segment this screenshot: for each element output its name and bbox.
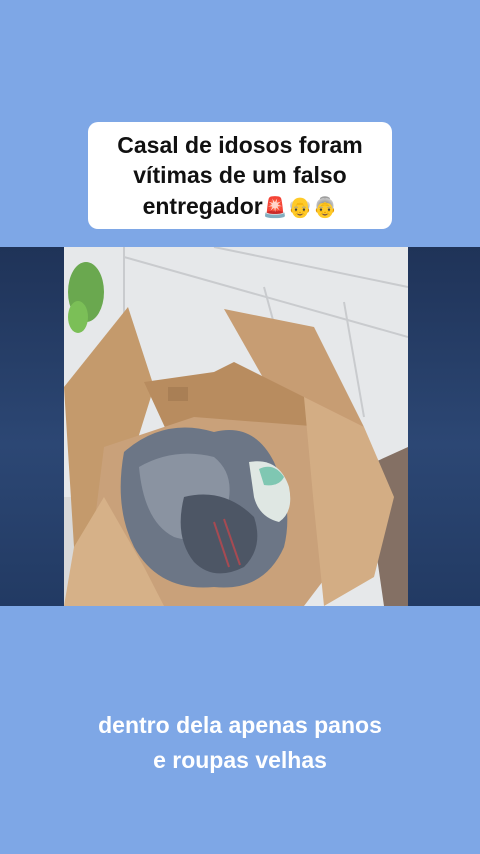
headline-line-1: Casal de idosos foram — [117, 132, 363, 158]
caption-line-2: e roupas velhas — [153, 746, 327, 773]
headline-line-2: vítimas de um falso — [133, 162, 347, 189]
caption-line-1: dentro dela apenas panos — [98, 712, 382, 738]
headline-caption: Casal de idosos foram vítimas de um fals… — [88, 122, 392, 230]
headline-line-3-text: entregador — [142, 192, 263, 219]
video-frame[interactable] — [64, 247, 408, 606]
bottom-caption: dentro dela apenas panos e roupas velhas — [0, 708, 480, 777]
siren-elderly-emoji-icon: 🚨👴👵 — [262, 194, 338, 219]
video-area[interactable] — [0, 247, 480, 606]
open-cardboard-box-photo — [64, 247, 408, 606]
headline-line-3: entregador🚨👴👵 — [98, 191, 382, 221]
story-screen: Casal de idosos foram vítimas de um fals… — [0, 0, 480, 854]
